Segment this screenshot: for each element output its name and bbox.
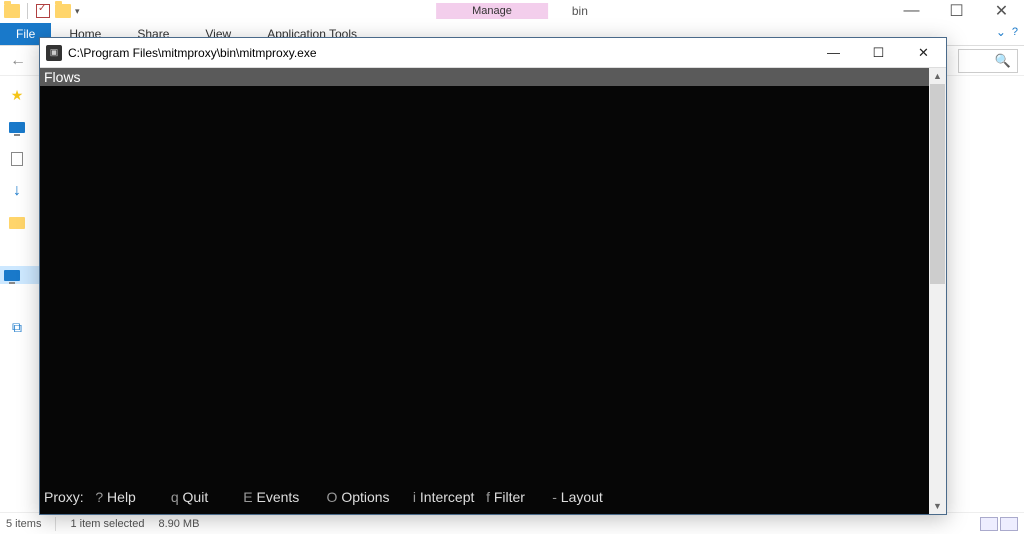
footer-intercept: i Intercept [413, 489, 475, 507]
desktop-nav-icon[interactable] [4, 118, 30, 136]
console-scrollbar[interactable]: ▲ ▼ [929, 68, 946, 514]
view-large-icon[interactable] [1000, 517, 1018, 531]
console-body[interactable]: Flows Proxy: ? Help q Quit E Events O Op… [40, 68, 946, 514]
status-bar: 5 items 1 item selected 8.90 MB [0, 512, 1024, 534]
footer-prefix: Proxy: [44, 489, 84, 507]
console-app-icon: ▣ [46, 45, 62, 61]
explorer-close-button[interactable]: ✕ [979, 0, 1024, 22]
downloads-nav-icon[interactable]: ↓ [4, 182, 30, 200]
nav-pane: ★ ↓ ⧉ [0, 76, 42, 512]
properties-qat-icon[interactable] [35, 3, 51, 19]
status-selection: 1 item selected [70, 518, 144, 530]
search-box[interactable]: 🔍 [958, 49, 1018, 73]
explorer-titlebar: ▾ Manage bin — ☐ ✕ [0, 0, 1024, 22]
footer-filter: f Filter [486, 489, 525, 507]
console-minimize-button[interactable]: — [811, 38, 856, 67]
search-icon: 🔍 [995, 53, 1011, 69]
footer-options: O Options [327, 489, 390, 507]
footer-help: ? Help [95, 489, 135, 507]
nav-back-button[interactable]: ← [6, 49, 30, 73]
console-title: C:\Program Files\mitmproxy\bin\mitmproxy… [68, 46, 317, 60]
qat-separator [27, 3, 28, 19]
ribbon-context-tab[interactable]: Manage [436, 3, 548, 19]
folder-qat-icon[interactable] [4, 3, 20, 19]
explorer-maximize-button[interactable]: ☐ [934, 0, 979, 22]
newfolder-qat-icon[interactable] [55, 3, 71, 19]
scroll-down-arrow-icon[interactable]: ▼ [929, 498, 946, 514]
console-maximize-button[interactable]: ☐ [856, 38, 901, 67]
pictures-nav-icon[interactable] [4, 214, 30, 232]
status-separator [55, 517, 56, 531]
documents-nav-icon[interactable] [4, 150, 30, 168]
ribbon-collapse-icon[interactable]: ⌄ [996, 25, 1006, 39]
status-items-count: 5 items [6, 518, 41, 530]
status-size: 8.90 MB [158, 518, 199, 530]
console-titlebar[interactable]: ▣ C:\Program Files\mitmproxy\bin\mitmpro… [40, 38, 946, 68]
footer-quit: q Quit [171, 489, 208, 507]
quick-access-icon[interactable]: ★ [4, 86, 30, 104]
explorer-window-title: bin [572, 4, 588, 18]
console-window: ▣ C:\Program Files\mitmproxy\bin\mitmpro… [39, 37, 947, 515]
console-close-button[interactable]: ✕ [901, 38, 946, 67]
thispc-nav-icon[interactable] [0, 266, 40, 284]
scroll-up-arrow-icon[interactable]: ▲ [929, 68, 946, 84]
footer-layout: - Layout [552, 489, 603, 507]
footer-events: E Events [243, 489, 299, 507]
view-details-icon[interactable] [980, 517, 998, 531]
network-nav-icon[interactable]: ⧉ [4, 318, 30, 336]
help-icon[interactable]: ? [1012, 26, 1018, 38]
console-footer: Proxy: ? Help q Quit E Events O Options … [40, 489, 929, 507]
qat-dropdown-icon[interactable]: ▾ [75, 6, 80, 17]
explorer-minimize-button[interactable]: — [889, 0, 934, 22]
flows-header: Flows [40, 68, 929, 86]
scroll-thumb[interactable] [930, 84, 945, 284]
